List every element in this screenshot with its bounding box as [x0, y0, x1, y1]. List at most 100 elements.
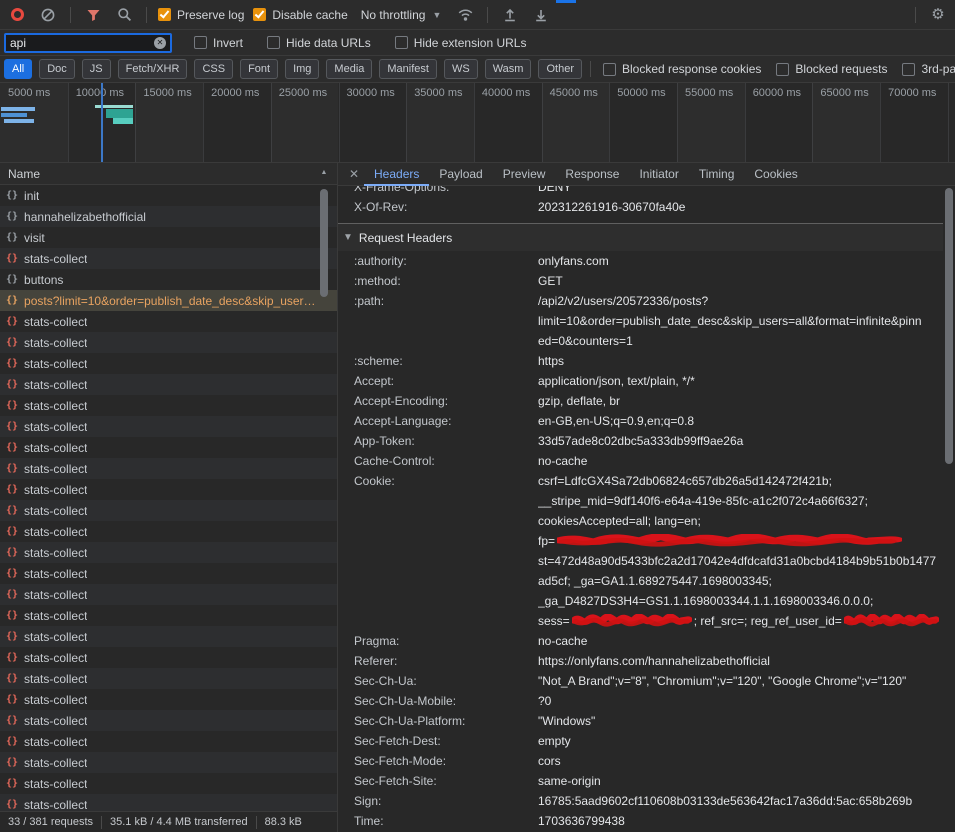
request-row-init[interactable]: {}init [0, 185, 337, 206]
checkbox-icon [776, 63, 789, 76]
filter-blocked-requests-checkbox[interactable]: Blocked requests [776, 62, 887, 76]
request-headers-section[interactable]: ▼ Request Headers [338, 224, 943, 251]
request-row-stats-collect[interactable]: {}stats-collect [0, 416, 337, 437]
request-name: stats-collect [24, 252, 87, 266]
gear-icon: ⚙ [931, 7, 944, 22]
disable-cache-checkbox[interactable]: Disable cache [253, 8, 347, 22]
request-row-buttons[interactable]: {}buttons [0, 269, 337, 290]
filter-funnel-icon [86, 8, 101, 22]
scrollbar-thumb[interactable] [945, 188, 953, 464]
header-row-scheme: :scheme:https [338, 351, 943, 371]
checkbox-label: Blocked requests [795, 62, 887, 76]
request-row-stats-collect[interactable]: {}stats-collect [0, 647, 337, 668]
request-row-stats-collect[interactable]: {}stats-collect [0, 311, 337, 332]
record-button[interactable] [6, 4, 28, 26]
type-filter-img[interactable]: Img [285, 59, 319, 79]
request-row-stats-collect[interactable]: {}stats-collect [0, 521, 337, 542]
request-row-stats-collect[interactable]: {}stats-collect [0, 584, 337, 605]
type-filter-fetch-xhr[interactable]: Fetch/XHR [118, 59, 188, 79]
timeline-tick-label: 30000 ms [347, 87, 395, 99]
filter-blocked-response-cookies-checkbox[interactable]: Blocked response cookies [603, 62, 761, 76]
filter-3rd-party-requests-checkbox[interactable]: 3rd-party requests [902, 62, 955, 76]
header-row-accept-encoding: Accept-Encoding:gzip, deflate, br [338, 391, 943, 411]
header-row-sec-fetch-dest: Sec-Fetch-Dest:empty [338, 731, 943, 751]
request-row-stats-collect[interactable]: {}stats-collect [0, 605, 337, 626]
request-row-stats-collect[interactable]: {}stats-collect [0, 353, 337, 374]
tab-timing[interactable]: Timing [689, 163, 745, 186]
name-column-header[interactable]: Name [0, 163, 337, 185]
clear-filter-icon[interactable]: ✕ [154, 37, 166, 49]
search-button[interactable] [113, 4, 135, 26]
request-row-stats-collect[interactable]: {}stats-collect [0, 563, 337, 584]
scrollbar-thumb[interactable] [320, 189, 328, 297]
timeline-tick-label: 20000 ms [211, 87, 259, 99]
request-row-stats-collect[interactable]: {}stats-collect [0, 437, 337, 458]
type-filter-font[interactable]: Font [240, 59, 278, 79]
filter-hide-data-urls-checkbox[interactable]: Hide data URLs [267, 36, 371, 50]
type-filter-ws[interactable]: WS [444, 59, 478, 79]
tab-initiator[interactable]: Initiator [629, 163, 688, 186]
header-value: 1703636799438 [538, 811, 943, 831]
request-row-stats-collect[interactable]: {}stats-collect [0, 332, 337, 353]
filter-input[interactable] [8, 36, 150, 50]
close-details-button[interactable]: ✕ [344, 167, 364, 181]
request-row-hannahelizabethofficial[interactable]: {}hannahelizabethofficial [0, 206, 337, 227]
details-scrollbar[interactable] [943, 186, 955, 832]
import-har-button[interactable] [499, 4, 521, 26]
request-row-stats-collect[interactable]: {}stats-collect [0, 542, 337, 563]
filter-hide-extension-urls-checkbox[interactable]: Hide extension URLs [395, 36, 527, 50]
clear-button[interactable] [37, 4, 59, 26]
request-row-stats-collect[interactable]: {}stats-collect [0, 710, 337, 731]
preserve-log-checkbox[interactable]: Preserve log [158, 8, 244, 22]
request-row-stats-collect[interactable]: {}stats-collect [0, 668, 337, 689]
network-conditions-button[interactable] [454, 4, 476, 26]
header-value: cors [538, 751, 943, 771]
request-row-stats-collect[interactable]: {}stats-collect [0, 773, 337, 794]
header-row-time: Time:1703636799438 [338, 811, 943, 831]
request-row-stats-collect[interactable]: {}stats-collect [0, 248, 337, 269]
tab-preview[interactable]: Preview [493, 163, 556, 186]
network-toolbar: Preserve log Disable cache No throttling… [0, 0, 955, 30]
request-row-stats-collect[interactable]: {}stats-collect [0, 752, 337, 773]
section-title: Request Headers [359, 231, 452, 245]
request-row-stats-collect[interactable]: {}stats-collect [0, 626, 337, 647]
request-row-stats-collect[interactable]: {}stats-collect [0, 395, 337, 416]
type-filter-other[interactable]: Other [538, 59, 582, 79]
filter-button[interactable] [82, 4, 104, 26]
timeline-overview[interactable]: 5000 ms10000 ms15000 ms20000 ms25000 ms3… [0, 83, 955, 163]
request-row-stats-collect[interactable]: {}stats-collect [0, 731, 337, 752]
waterfall-bar [113, 118, 133, 124]
filter-invert-checkbox[interactable]: Invert [194, 36, 243, 50]
type-filter-js[interactable]: JS [82, 59, 111, 79]
checkbox-label: Invert [213, 36, 243, 50]
settings-button[interactable]: ⚙ [927, 4, 949, 26]
request-row-stats-collect[interactable]: {}stats-collect [0, 689, 337, 710]
request-row-stats-collect[interactable]: {}stats-collect [0, 479, 337, 500]
timeline-gridline [68, 83, 69, 162]
tab-payload[interactable]: Payload [429, 163, 492, 186]
type-filter-doc[interactable]: Doc [39, 59, 75, 79]
throttling-select[interactable]: No throttling ▼ [361, 8, 442, 22]
script-icon: {} [6, 757, 18, 768]
type-filter-css[interactable]: CSS [194, 59, 233, 79]
request-row-visit[interactable]: {}visit [0, 227, 337, 248]
request-row-stats-collect[interactable]: {}stats-collect [0, 374, 337, 395]
type-filter-wasm[interactable]: Wasm [485, 59, 532, 79]
scroll-up-icon[interactable]: ▲ [318, 163, 330, 176]
header-value: onlyfans.com [538, 251, 943, 271]
request-row-stats-collect[interactable]: {}stats-collect [0, 794, 337, 811]
type-filter-media[interactable]: Media [326, 59, 372, 79]
tab-response[interactable]: Response [555, 163, 629, 186]
tab-cookies[interactable]: Cookies [744, 163, 807, 186]
type-filter-manifest[interactable]: Manifest [379, 59, 437, 79]
type-filter-all[interactable]: All [4, 59, 32, 79]
request-row-stats-collect[interactable]: {}stats-collect [0, 458, 337, 479]
script-icon: {} [6, 568, 18, 579]
tab-headers[interactable]: Headers [364, 163, 429, 186]
list-scrollbar[interactable]: ▲ [318, 163, 330, 811]
export-har-button[interactable] [530, 4, 552, 26]
request-row-stats-collect[interactable]: {}stats-collect [0, 500, 337, 521]
request-row-posts-limit-10-order-publish-date-desc-s[interactable]: {}posts?limit=10&order=publish_date_desc… [0, 290, 337, 311]
header-name: Sec-Ch-Ua-Platform: [354, 711, 538, 731]
header-row-app-token: App-Token:33d57ade8c02dbc5a333db99ff9ae2… [338, 431, 943, 451]
